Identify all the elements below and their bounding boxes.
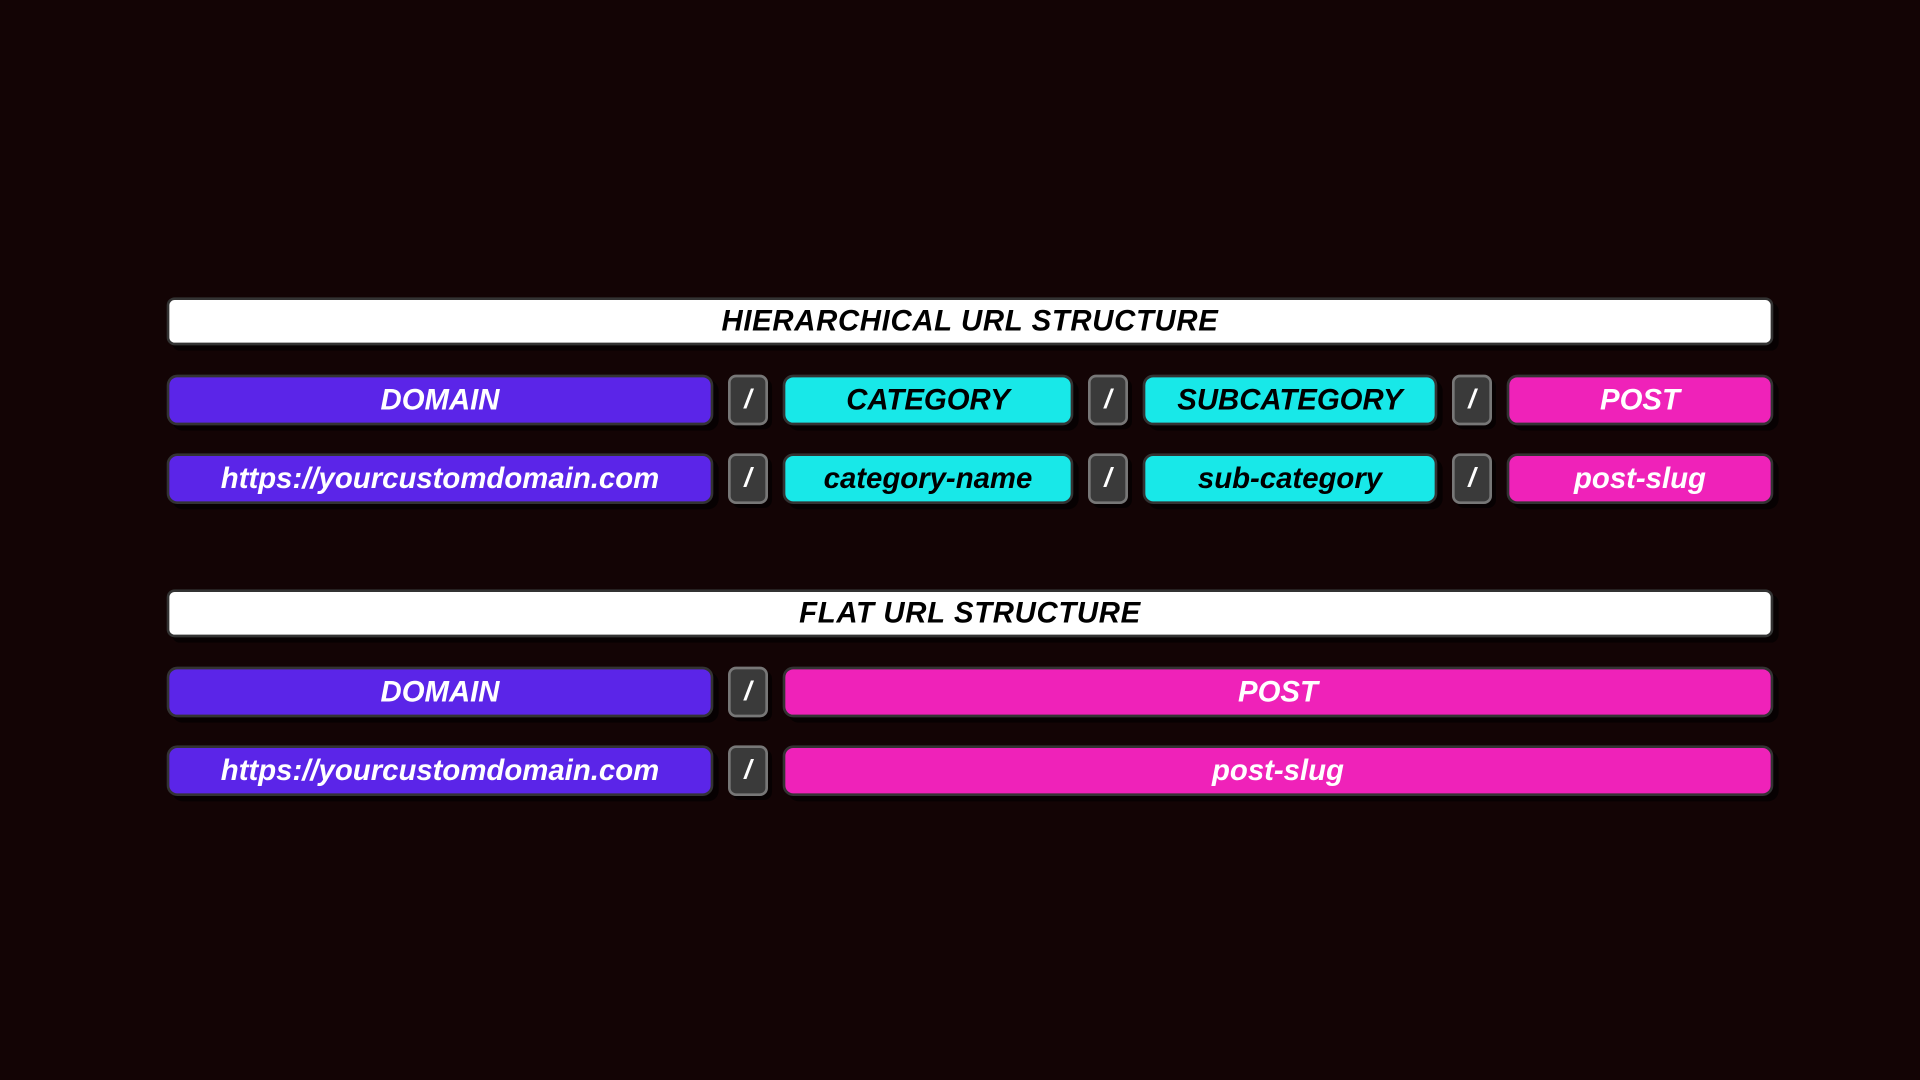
- subcategory-example: sub-category: [1143, 453, 1438, 504]
- slash-separator: /: [1088, 375, 1128, 426]
- category-example: category-name: [783, 453, 1074, 504]
- flat-labels-row: DOMAIN / POST: [167, 667, 1774, 718]
- slash-separator: /: [1452, 453, 1492, 504]
- slash-separator: /: [1088, 453, 1128, 504]
- domain-label: DOMAIN: [167, 375, 714, 426]
- domain-label: DOMAIN: [167, 667, 714, 718]
- post-example: post-slug: [783, 745, 1774, 796]
- slash-separator: /: [728, 745, 768, 796]
- slash-separator: /: [728, 375, 768, 426]
- post-label: POST: [1507, 375, 1774, 426]
- subcategory-label: SUBCATEGORY: [1143, 375, 1438, 426]
- slash-separator: /: [728, 667, 768, 718]
- post-label: POST: [783, 667, 1774, 718]
- category-label: CATEGORY: [783, 375, 1074, 426]
- domain-example: https://yourcustomdomain.com: [167, 745, 714, 796]
- hierarchical-example-row: https://yourcustomdomain.com / category-…: [167, 453, 1774, 504]
- slash-separator: /: [1452, 375, 1492, 426]
- flat-section: FLAT URL STRUCTURE DOMAIN / POST https:/…: [167, 589, 1774, 824]
- hierarchical-title: HIERARCHICAL URL STRUCTURE: [167, 297, 1774, 345]
- domain-example: https://yourcustomdomain.com: [167, 453, 714, 504]
- flat-example-row: https://yourcustomdomain.com / post-slug: [167, 745, 1774, 796]
- post-example: post-slug: [1507, 453, 1774, 504]
- slash-separator: /: [728, 453, 768, 504]
- hierarchical-labels-row: DOMAIN / CATEGORY / SUBCATEGORY / POST: [167, 375, 1774, 426]
- hierarchical-section: HIERARCHICAL URL STRUCTURE DOMAIN / CATE…: [167, 297, 1774, 532]
- flat-title: FLAT URL STRUCTURE: [167, 589, 1774, 637]
